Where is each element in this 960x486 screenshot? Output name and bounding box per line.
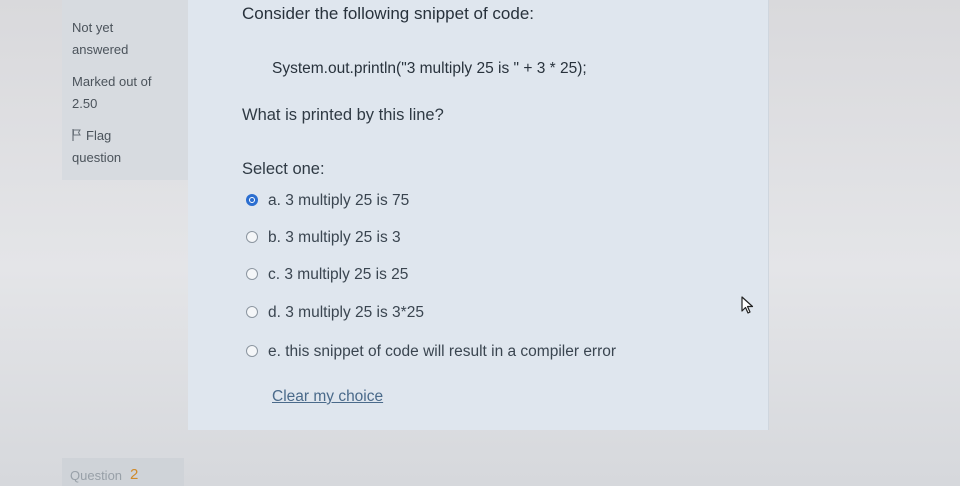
question-2-nav[interactable]: Question 2 bbox=[62, 458, 184, 486]
clear-choice-link[interactable]: Clear my choice bbox=[272, 388, 383, 406]
radio-icon[interactable] bbox=[246, 231, 258, 243]
radio-icon[interactable] bbox=[246, 268, 258, 280]
select-one-label: Select one: bbox=[242, 160, 325, 178]
flag-question-button[interactable]: Flag bbox=[72, 128, 111, 143]
answer-option-d[interactable]: d. 3 multiply 25 is 3*25 bbox=[246, 304, 424, 326]
marks-label: Marked out of bbox=[72, 74, 152, 89]
question-number: 2 bbox=[130, 466, 139, 483]
question-prompt: What is printed by this line? bbox=[242, 106, 444, 124]
flag-label-2: question bbox=[72, 150, 122, 165]
option-label: a. 3 multiply 25 is 75 bbox=[268, 192, 410, 209]
radio-selected-icon[interactable] bbox=[246, 194, 258, 206]
answer-option-b[interactable]: b. 3 multiply 25 is 3 bbox=[246, 229, 401, 251]
answer-option-a[interactable]: a. 3 multiply 25 is 75 bbox=[246, 192, 409, 214]
status-label-2: answered bbox=[72, 42, 129, 57]
marks-value: 2.50 bbox=[72, 96, 98, 111]
option-label: e. this snippet of code will result in a… bbox=[268, 343, 617, 360]
question-intro: Consider the following snippet of code: bbox=[242, 4, 535, 23]
option-label: d. 3 multiply 25 is 3*25 bbox=[268, 304, 424, 321]
status-label: Not yet bbox=[72, 20, 114, 35]
option-label: b. 3 multiply 25 is 3 bbox=[268, 229, 401, 246]
question-label: Question bbox=[70, 468, 123, 483]
mouse-pointer-icon bbox=[741, 296, 754, 314]
radio-icon[interactable] bbox=[246, 306, 258, 318]
flag-label: Flag bbox=[86, 128, 112, 143]
flag-icon bbox=[72, 129, 81, 141]
code-snippet: System.out.println("3 multiply 25 is " +… bbox=[272, 60, 587, 77]
option-label: c. 3 multiply 25 is 25 bbox=[268, 266, 409, 283]
answer-option-c[interactable]: c. 3 multiply 25 is 25 bbox=[246, 266, 408, 288]
answer-option-e[interactable]: e. this snippet of code will result in a… bbox=[246, 343, 616, 365]
question-content: Consider the following snippet of code: … bbox=[188, 0, 769, 430]
radio-icon[interactable] bbox=[246, 345, 258, 357]
question-info-panel: Not yet answered Marked out of 2.50 Flag… bbox=[62, 0, 189, 180]
